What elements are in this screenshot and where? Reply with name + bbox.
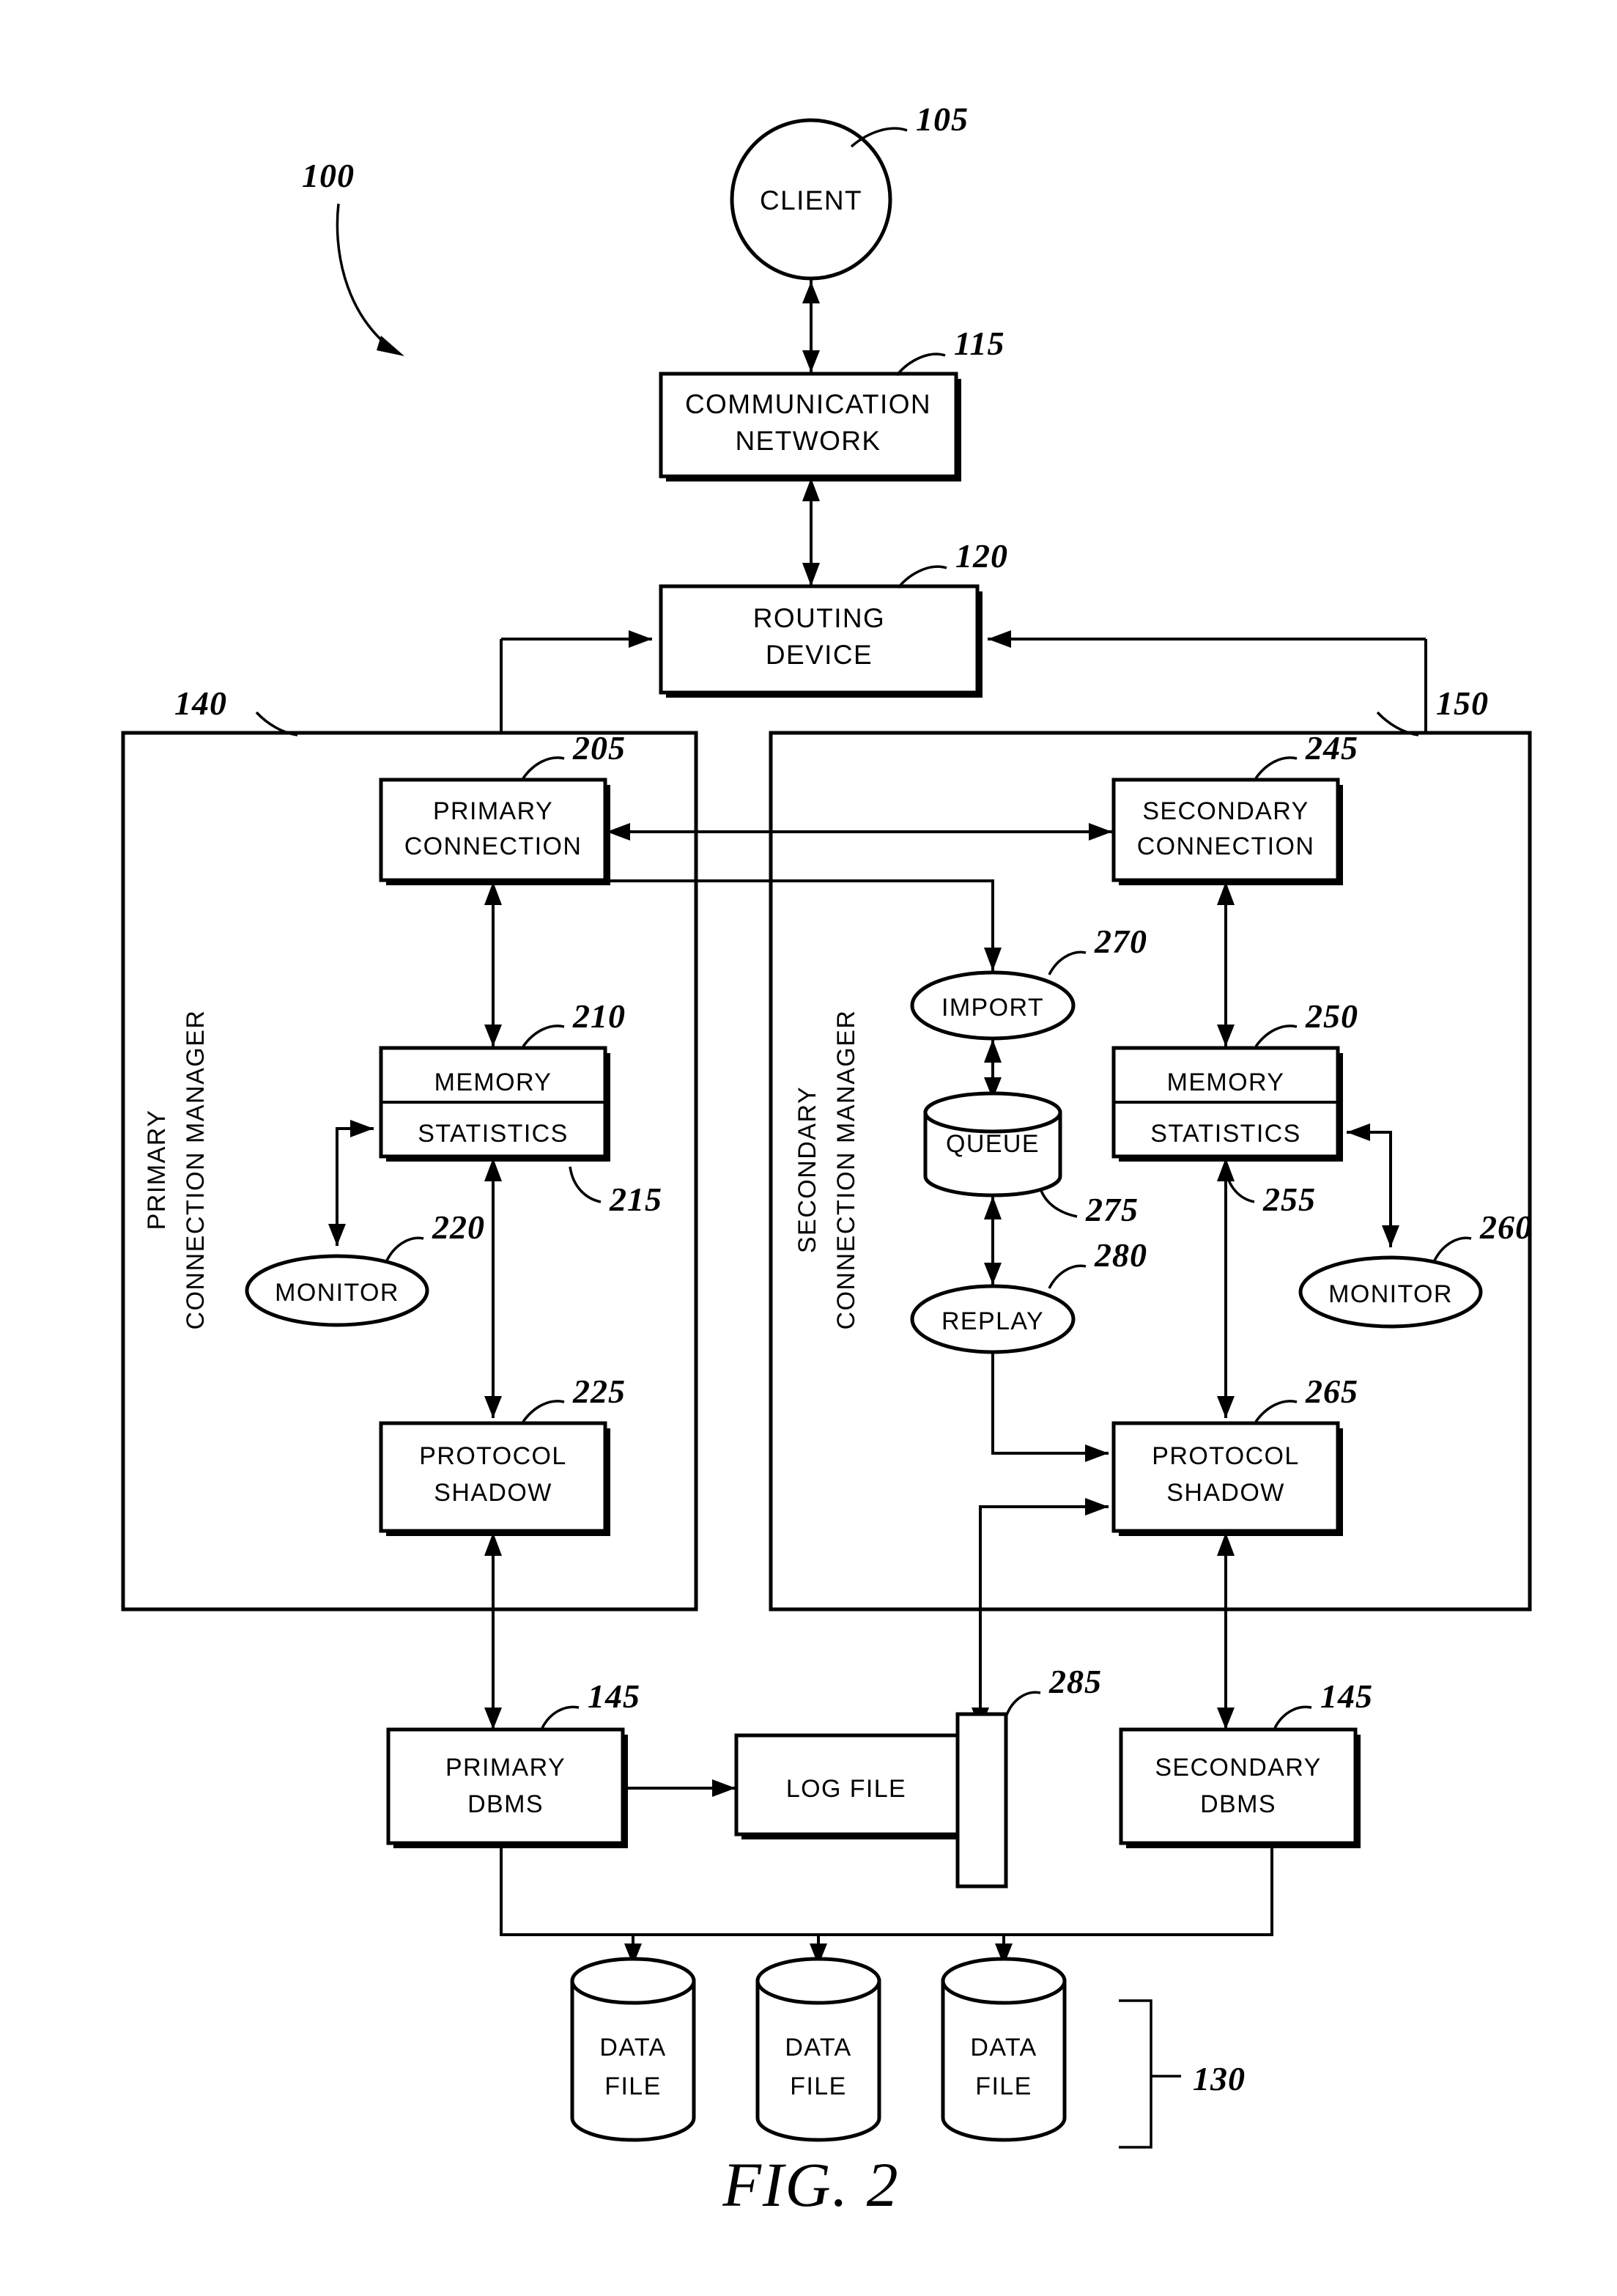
ref-215: 215 bbox=[609, 1181, 662, 1218]
edge-client-network bbox=[802, 280, 820, 372]
client-label: CLIENT bbox=[760, 185, 862, 215]
primary-protocol-shadow-line1: PROTOCOL bbox=[419, 1442, 566, 1470]
data-file-1-line2: FILE bbox=[604, 2072, 661, 2100]
data-file-3-top bbox=[941, 1957, 1067, 2005]
import-label: IMPORT bbox=[941, 994, 1044, 1022]
system-ref-100: 100 bbox=[302, 157, 404, 356]
ref-130: 130 bbox=[1193, 2060, 1246, 2097]
secondary-protocol-shadow-line2: SHADOW bbox=[1166, 1479, 1284, 1507]
secondary-cm-label-line2: CONNECTION MANAGER bbox=[832, 1010, 860, 1330]
data-file-bus bbox=[500, 1845, 1273, 1965]
data-file-3-line2: FILE bbox=[975, 2072, 1032, 2100]
primary-memory-label: MEMORY bbox=[434, 1068, 552, 1096]
secondary-dbms-line1: SECONDARY bbox=[1155, 1754, 1321, 1782]
ref-270: 270 bbox=[1094, 923, 1147, 960]
ref-225: 225 bbox=[572, 1373, 626, 1410]
primary-dbms-line1: PRIMARY bbox=[445, 1754, 566, 1782]
patent-figure-2: 100 CLIENT 105 COMMUNICATION NETWORK 115… bbox=[0, 0, 1617, 2296]
secondary-memory-label: MEMORY bbox=[1167, 1068, 1285, 1096]
ref-145-primary: 145 bbox=[588, 1677, 640, 1715]
ref-285: 285 bbox=[1048, 1663, 1102, 1700]
node-data-file-2: DATA FILE bbox=[755, 1957, 881, 2142]
queue-cylinder-top bbox=[923, 1091, 1062, 1134]
ref-100: 100 bbox=[302, 157, 355, 194]
queue-label: QUEUE bbox=[946, 1130, 1040, 1158]
node-routing-device: ROUTING DEVICE 120 bbox=[659, 537, 1008, 698]
ref-265: 265 bbox=[1305, 1373, 1358, 1410]
figure-title: FIG. 2 bbox=[722, 2149, 899, 2220]
primary-dbms-line2: DBMS bbox=[467, 1790, 544, 1818]
ref-280: 280 bbox=[1094, 1236, 1147, 1274]
secondary-dbms-line2: DBMS bbox=[1200, 1790, 1276, 1818]
ref-145-secondary: 145 bbox=[1320, 1677, 1373, 1715]
log-file-label: LOG FILE bbox=[786, 1775, 906, 1803]
secondary-connection-box bbox=[1111, 778, 1340, 882]
edge-primary-dbms-logfile bbox=[624, 1779, 736, 1797]
ref-210: 210 bbox=[572, 997, 626, 1035]
edge-network-routing bbox=[802, 478, 820, 586]
ref-260: 260 bbox=[1479, 1208, 1533, 1246]
node-communication-network: COMMUNICATION NETWORK 115 bbox=[659, 325, 1004, 481]
node-client: CLIENT 105 bbox=[730, 100, 969, 281]
ref-255: 255 bbox=[1262, 1181, 1316, 1218]
ref-220: 220 bbox=[432, 1208, 485, 1246]
node-data-file-1: DATA FILE bbox=[570, 1957, 696, 2142]
primary-connection-box bbox=[379, 778, 607, 882]
ref-115: 115 bbox=[954, 325, 1004, 362]
ref-245: 245 bbox=[1305, 729, 1358, 767]
secondary-monitor-label: MONITOR bbox=[1328, 1280, 1453, 1308]
primary-protocol-shadow-line2: SHADOW bbox=[434, 1479, 552, 1507]
data-file-1-top bbox=[570, 1957, 696, 2005]
data-file-2-line2: FILE bbox=[790, 2072, 846, 2100]
secondary-dbms-box bbox=[1119, 1727, 1358, 1845]
primary-connection-line1: PRIMARY bbox=[433, 797, 553, 825]
ref-140: 140 bbox=[174, 684, 227, 722]
data-file-2-top bbox=[755, 1957, 881, 2005]
primary-cm-label-line2: CONNECTION MANAGER bbox=[182, 1010, 210, 1330]
primary-monitor-label: MONITOR bbox=[275, 1279, 399, 1307]
data-file-1-line1: DATA bbox=[599, 2034, 666, 2061]
ref-120: 120 bbox=[955, 537, 1008, 575]
primary-protocol-shadow-box bbox=[379, 1421, 607, 1533]
secondary-connection-line2: CONNECTION bbox=[1137, 833, 1315, 860]
ref-105: 105 bbox=[916, 100, 969, 138]
primary-statistics-label: STATISTICS bbox=[418, 1120, 568, 1148]
primary-connection-line2: CONNECTION bbox=[404, 833, 582, 860]
log-file-tab bbox=[955, 1712, 1008, 1889]
ref-275: 275 bbox=[1085, 1191, 1139, 1228]
secondary-protocol-shadow-line1: PROTOCOL bbox=[1152, 1442, 1299, 1470]
ref-205: 205 bbox=[572, 729, 626, 767]
secondary-protocol-shadow-box bbox=[1111, 1421, 1340, 1533]
routing-device-line1: ROUTING bbox=[753, 603, 885, 633]
data-file-2-line1: DATA bbox=[785, 2034, 851, 2061]
routing-device-line2: DEVICE bbox=[766, 640, 873, 670]
secondary-statistics-label: STATISTICS bbox=[1150, 1120, 1300, 1148]
secondary-connection-line1: SECONDARY bbox=[1142, 797, 1309, 825]
data-files-group-bracket: 130 bbox=[1119, 1999, 1246, 2149]
secondary-cm-label-line1: SECONDARY bbox=[793, 1086, 821, 1253]
data-file-3-line1: DATA bbox=[970, 2034, 1037, 2061]
communication-network-line1: COMMUNICATION bbox=[685, 389, 931, 419]
replay-label: REPLAY bbox=[941, 1307, 1044, 1335]
primary-dbms-box bbox=[386, 1727, 625, 1845]
communication-network-line2: NETWORK bbox=[736, 426, 881, 456]
primary-cm-label-line1: PRIMARY bbox=[143, 1110, 171, 1230]
ref-250: 250 bbox=[1305, 997, 1358, 1035]
ref-150: 150 bbox=[1436, 684, 1489, 722]
node-log-file: LOG FILE 285 bbox=[734, 1663, 1102, 1889]
node-secondary-dbms: SECONDARY DBMS 145 bbox=[1119, 1677, 1373, 1848]
node-data-file-3: DATA FILE bbox=[941, 1957, 1067, 2142]
node-primary-dbms: PRIMARY DBMS 145 bbox=[386, 1677, 640, 1848]
